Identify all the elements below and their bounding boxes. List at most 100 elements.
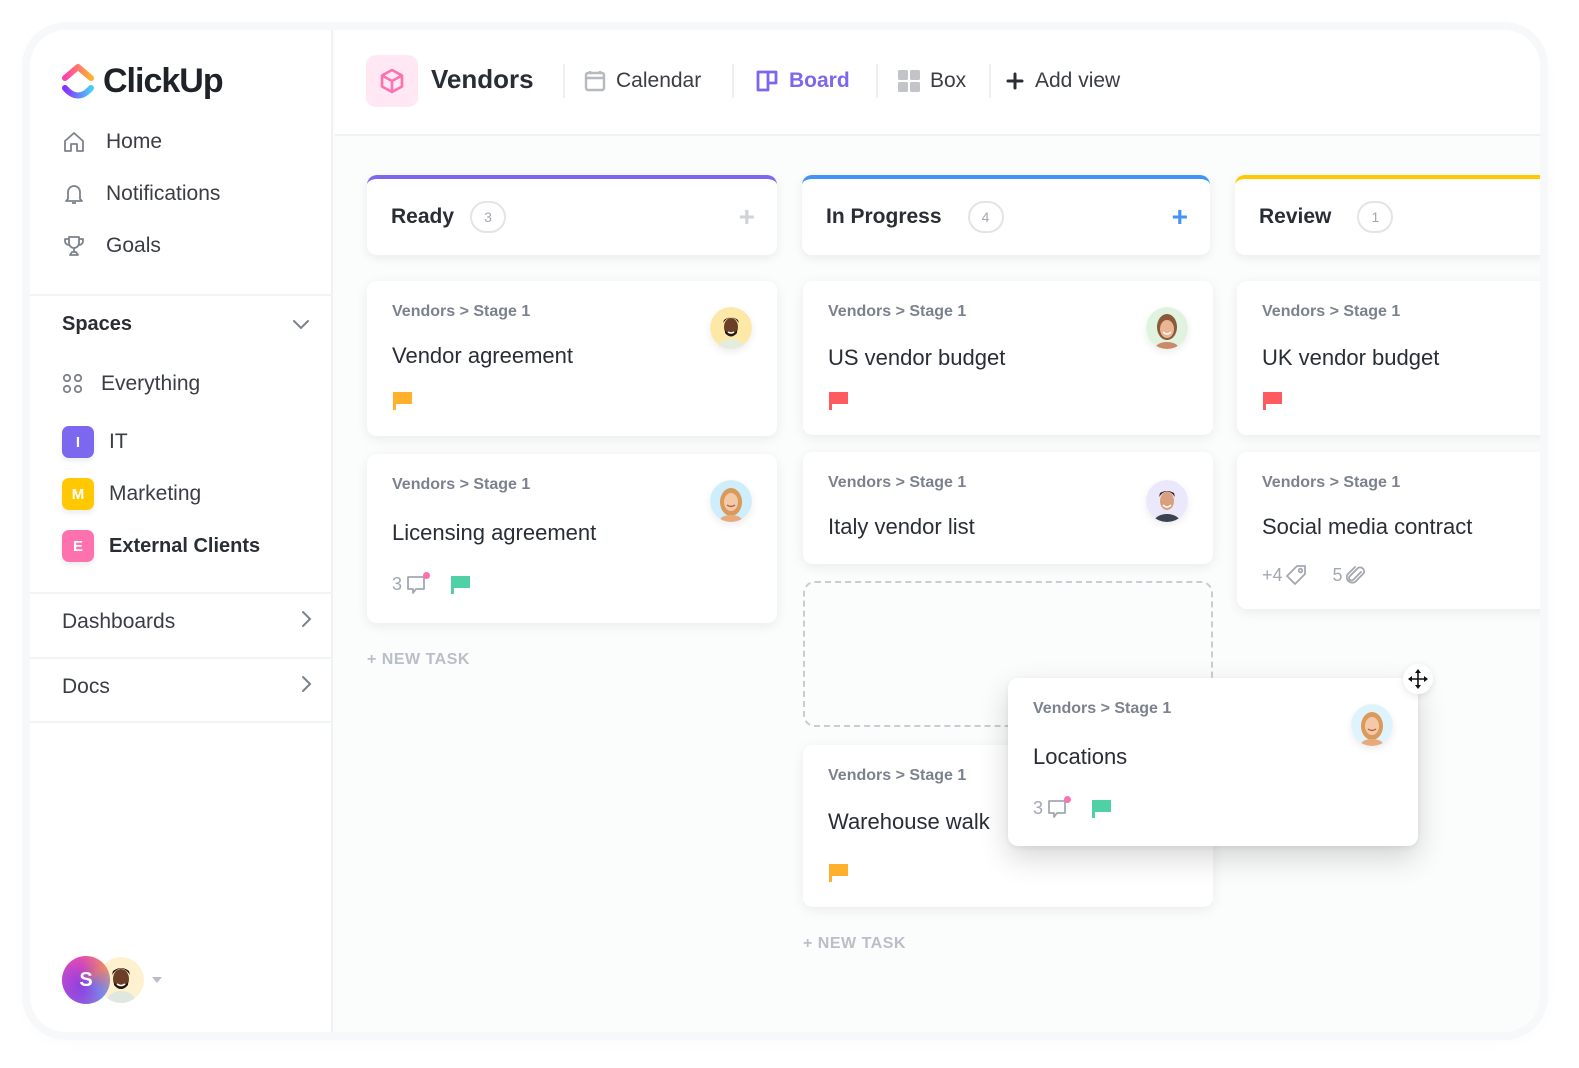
sidebar-divider: [30, 294, 333, 296]
chevron-right-icon: [300, 610, 312, 634]
sidebar-item-label: Notifications: [106, 182, 221, 205]
task-title: Italy vendor list: [828, 514, 975, 539]
column-count: 4: [967, 201, 1004, 233]
space-badge: E: [62, 530, 94, 562]
comments-count[interactable]: 3: [392, 571, 431, 595]
task-breadcrumb: Vendors > Stage 1: [828, 767, 967, 784]
assignee-avatar[interactable]: [1351, 704, 1393, 746]
task-breadcrumb: Vendors > Stage 1: [392, 303, 531, 320]
calendar-icon: [584, 70, 606, 92]
view-separator: [989, 64, 991, 98]
tab-label: Box: [930, 69, 967, 92]
clickup-logo[interactable]: ClickUp: [62, 62, 224, 101]
clickup-logo-icon: [62, 63, 94, 98]
app-window: ClickUp Home Notifications Goals Spaces: [30, 30, 1540, 1032]
task-title: US vendor budget: [828, 345, 1006, 370]
task-meta: [828, 863, 849, 882]
task-title: UK vendor budget: [1262, 345, 1440, 370]
priority-flag-icon[interactable]: [828, 863, 849, 882]
tab-board[interactable]: Board: [755, 64, 850, 98]
assignee-avatar[interactable]: [1146, 307, 1188, 349]
logo-text: ClickUp: [103, 62, 224, 100]
comments-count[interactable]: 3: [1033, 795, 1072, 819]
task-breadcrumb: Vendors > Stage 1: [1262, 474, 1401, 491]
sidebar-item-goals[interactable]: Goals: [62, 234, 161, 258]
column-count: 3: [470, 201, 507, 233]
sidebar-divider: [30, 657, 333, 659]
sidebar-divider: [30, 592, 333, 594]
sidebar-item-docs[interactable]: Docs: [62, 675, 312, 699]
comment-icon: [406, 571, 431, 595]
view-separator: [732, 64, 734, 98]
new-task-button[interactable]: + NEW TASK: [367, 651, 470, 669]
avatar-user: S: [62, 956, 110, 1004]
space-badge: M: [62, 478, 94, 510]
task-meta: [1262, 391, 1283, 410]
spaces-heading: Spaces: [62, 313, 133, 335]
task-card[interactable]: Vendors > Stage 1 Italy vendor list: [803, 452, 1213, 564]
chevron-right-icon: [300, 675, 312, 699]
task-meta: 3: [392, 571, 471, 595]
tab-label: Add view: [1035, 69, 1121, 92]
attachments-count[interactable]: 5: [1333, 564, 1366, 586]
assignee-avatar[interactable]: [1146, 480, 1188, 522]
box-grid-icon: [898, 70, 920, 92]
task-meta: [828, 391, 849, 410]
sidebar: ClickUp Home Notifications Goals Spaces: [30, 30, 333, 1032]
add-task-plus-icon[interactable]: +: [739, 203, 755, 231]
task-meta: 3: [1033, 795, 1112, 819]
task-meta: +4 5: [1262, 564, 1366, 586]
priority-flag-icon[interactable]: [1262, 391, 1283, 410]
space-it[interactable]: I IT: [62, 426, 128, 458]
space-marketing[interactable]: M Marketing: [62, 478, 201, 510]
move-cursor-icon[interactable]: [1403, 664, 1433, 694]
tab-box[interactable]: Box: [898, 64, 966, 98]
column-count: 1: [1357, 201, 1394, 233]
sidebar-item-label: Docs: [62, 675, 110, 698]
space-everything[interactable]: Everything: [62, 372, 200, 396]
space-label: Everything: [101, 372, 201, 395]
tab-calendar[interactable]: Calendar: [584, 64, 701, 98]
task-card[interactable]: Vendors > Stage 1 US vendor budget: [803, 281, 1213, 435]
new-task-button[interactable]: + NEW TASK: [803, 935, 906, 953]
dragging-task-card[interactable]: Vendors > Stage 1 Locations 3: [1008, 678, 1418, 846]
task-title: Warehouse walk: [828, 809, 990, 834]
sidebar-item-home[interactable]: Home: [62, 130, 162, 154]
task-card[interactable]: Vendors > Stage 1 Licensing agreement 3: [367, 454, 777, 623]
task-breadcrumb: Vendors > Stage 1: [1262, 303, 1401, 320]
view-separator: [876, 64, 878, 98]
space-badge: I: [62, 426, 94, 458]
space-external-clients[interactable]: E External Clients: [62, 530, 260, 562]
task-title: Vendor agreement: [392, 343, 574, 368]
chevron-down-icon[interactable]: [292, 318, 310, 336]
unread-dot: [1064, 795, 1072, 803]
task-title: Licensing agreement: [392, 520, 597, 545]
column-header-in-progress: In Progress 4 +: [802, 175, 1210, 255]
comment-icon: [1047, 795, 1072, 819]
column-header-review: Review 1: [1235, 175, 1540, 255]
sidebar-item-notifications[interactable]: Notifications: [62, 182, 220, 206]
task-card[interactable]: Vendors > Stage 1 Vendor agreement: [367, 281, 777, 436]
sidebar-item-dashboards[interactable]: Dashboards: [62, 610, 312, 634]
task-card[interactable]: Vendors > Stage 1 Social media contract …: [1237, 452, 1540, 609]
task-meta: [392, 391, 413, 410]
user-menu[interactable]: S: [62, 956, 162, 1004]
assignee-avatar[interactable]: [710, 307, 752, 349]
view-header: Vendors Calendar Board Box Add view: [335, 30, 1540, 136]
column-header-ready: Ready 3 +: [367, 175, 777, 255]
priority-flag-icon[interactable]: [828, 391, 849, 410]
priority-flag-icon[interactable]: [1091, 799, 1112, 818]
tags-count[interactable]: +4: [1262, 564, 1307, 586]
column-name: Review: [1259, 205, 1332, 228]
priority-flag-icon[interactable]: [450, 575, 471, 594]
add-task-plus-icon[interactable]: +: [1172, 203, 1188, 231]
assignee-avatar[interactable]: [710, 480, 752, 522]
sidebar-divider: [30, 721, 333, 723]
add-view-button[interactable]: Add view: [1005, 64, 1120, 98]
home-icon: [62, 130, 86, 154]
task-card[interactable]: Vendors > Stage 1 UK vendor budget: [1237, 281, 1540, 435]
priority-flag-icon[interactable]: [392, 391, 413, 410]
paperclip-icon: [1345, 566, 1365, 584]
grid-dots-icon: [62, 372, 86, 396]
tab-label: Calendar: [616, 69, 702, 92]
